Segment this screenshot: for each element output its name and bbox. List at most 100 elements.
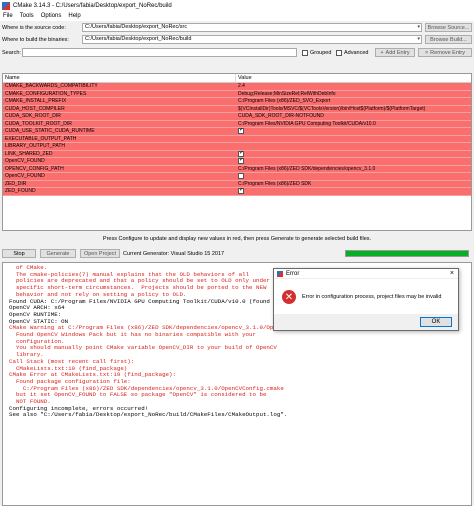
cache-entry-checkbox[interactable] bbox=[238, 173, 244, 179]
table-row[interactable]: OpenCV_FOUND bbox=[3, 173, 471, 181]
binaries-row: Where to build the binaries: bbox=[2, 35, 69, 45]
dialog-title: Error bbox=[286, 270, 300, 277]
advanced-checkbox[interactable] bbox=[336, 50, 342, 56]
cache-entry-value[interactable]: 2.4 bbox=[236, 83, 471, 90]
table-row[interactable]: EXECUTABLE_OUTPUT_PATH bbox=[3, 135, 471, 143]
remove-entry-button[interactable]: × Remove Entry bbox=[418, 48, 472, 57]
search-input[interactable] bbox=[22, 48, 297, 57]
close-icon[interactable]: × bbox=[450, 270, 454, 277]
window-title: CMake 3.14.3 - C:/Users/fabia/Desktop/ex… bbox=[13, 2, 172, 9]
advanced-label: Advanced bbox=[344, 50, 369, 56]
add-entry-button[interactable]: + Add Entry bbox=[375, 48, 415, 57]
cache-entry-name: EXECUTABLE_OUTPUT_PATH bbox=[5, 135, 77, 142]
source-label: Where is the source code: bbox=[2, 25, 66, 31]
cache-entry-name: LINK_SHARED_ZED bbox=[5, 150, 53, 157]
open-project-button[interactable]: Open Project bbox=[80, 249, 120, 258]
title-bar: CMake 3.14.3 - C:/Users/fabia/Desktop/ex… bbox=[0, 0, 474, 11]
cache-entry-checkbox[interactable] bbox=[238, 158, 244, 164]
column-header-value[interactable]: Value bbox=[236, 74, 252, 82]
cache-entry-value[interactable]: $(VCInstallDir)Tools/MSVC/$(VCToolsVersi… bbox=[236, 106, 471, 113]
cache-entry-value[interactable] bbox=[236, 136, 471, 143]
cache-entry-checkbox[interactable] bbox=[238, 128, 244, 134]
table-row[interactable]: CMAKE_BACKWARDS_COMPATIBILITY 2.4 bbox=[3, 83, 471, 91]
chevron-down-icon: ▾ bbox=[417, 24, 420, 30]
generate-button[interactable]: Generate bbox=[40, 249, 76, 258]
browse-build-button[interactable]: Browse Build... bbox=[425, 35, 472, 44]
dialog-footer: OK bbox=[274, 314, 458, 330]
menu-bar: File Tools Options Help bbox=[0, 11, 474, 21]
cache-entry-value[interactable] bbox=[236, 143, 471, 150]
chevron-down-icon: ▾ bbox=[417, 36, 420, 42]
cache-entry-name: ZED_DIR bbox=[5, 180, 27, 187]
menu-tools[interactable]: Tools bbox=[20, 13, 34, 19]
table-row[interactable]: OpenCV_FOUND bbox=[3, 158, 471, 166]
cache-entry-checkbox[interactable] bbox=[238, 150, 244, 157]
cache-entry-value[interactable]: C:/Program Files (x86)/ZED SDK/dependenc… bbox=[236, 166, 471, 173]
table-row[interactable]: OPENCV_CONFIG_PATH C:/Program Files (x86)… bbox=[3, 165, 471, 173]
column-header-name[interactable]: Name bbox=[3, 74, 236, 82]
source-path-combo[interactable]: C:/Users/fabia/Desktop/export_NoRec/src … bbox=[82, 23, 422, 32]
menu-file[interactable]: File bbox=[3, 13, 13, 19]
cmake-logo-icon bbox=[277, 270, 283, 277]
table-row[interactable]: CUDA_HOST_COMPILER $(VCInstallDir)Tools/M… bbox=[3, 105, 471, 113]
cache-entry-value[interactable] bbox=[236, 150, 471, 158]
cache-entry-value[interactable] bbox=[236, 173, 471, 180]
cmake-logo-icon bbox=[2, 1, 10, 10]
grouped-checkbox-row[interactable]: Grouped bbox=[302, 48, 331, 58]
table-row[interactable]: CMAKE_INSTALL_PREFIX C:/Program Files (x8… bbox=[3, 98, 471, 106]
plus-icon: + bbox=[380, 49, 384, 56]
cache-entry-name: CUDA_SDK_ROOT_DIR bbox=[5, 113, 61, 119]
cache-entry-value[interactable]: CUDA_SDK_ROOT_DIR-NOTFOUND bbox=[236, 113, 471, 120]
cache-entry-checkbox[interactable] bbox=[238, 188, 244, 194]
table-row[interactable]: LINK_SHARED_ZED bbox=[3, 150, 471, 158]
source-row: Where is the source code: bbox=[2, 23, 66, 33]
table-row[interactable]: LIBRARY_OUTPUT_PATH bbox=[3, 143, 471, 151]
log-line: You should manually point CMake variable… bbox=[9, 344, 277, 352]
dialog-message: Error in configuration process, project … bbox=[302, 294, 442, 300]
table-row[interactable]: CMAKE_CONFIGURATION_TYPES Debug;Release;M… bbox=[3, 90, 471, 98]
cache-entry-value[interactable] bbox=[236, 128, 471, 135]
table-row[interactable]: ZED_FOUND bbox=[3, 188, 471, 196]
table-header: Name Value bbox=[3, 74, 471, 83]
table-row[interactable]: CUDA_TOOLKIT_ROOT_DIR C:/Program Files/NV… bbox=[3, 120, 471, 128]
cache-entry-name: CMAKE_INSTALL_PREFIX bbox=[5, 98, 67, 104]
browse-source-button[interactable]: Browse Source... bbox=[425, 23, 472, 32]
cache-entry-name: CMAKE_BACKWARDS_COMPATIBILITY bbox=[5, 83, 98, 89]
table-row[interactable]: CUDA_USE_STATIC_CUDA_RUNTIME bbox=[3, 128, 471, 136]
dialog-body: ✕ Error in configuration process, projec… bbox=[274, 280, 458, 314]
cache-entry-name: CUDA_USE_STATIC_CUDA_RUNTIME bbox=[5, 128, 95, 134]
table-row[interactable]: CUDA_SDK_ROOT_DIR CUDA_SDK_ROOT_DIR-NOTFO… bbox=[3, 113, 471, 121]
table-row[interactable]: ZED_DIR C:/Program Files (x86)/ZED SDK bbox=[3, 180, 471, 188]
log-line: Found OpenCV Windows Pack but it has no … bbox=[9, 331, 256, 339]
cache-entry-value[interactable] bbox=[236, 158, 471, 165]
cache-entry-value[interactable]: C:/Program Files (x86)/ZED_SVO_Export bbox=[236, 98, 471, 105]
binaries-label: Where to build the binaries: bbox=[2, 37, 69, 43]
cache-entry-value[interactable]: Debug;Release;MinSizeRel;RelWithDebInfo bbox=[236, 91, 471, 98]
progress-bar bbox=[345, 250, 469, 257]
source-path-value: C:/Users/fabia/Desktop/export_NoRec/src bbox=[85, 24, 188, 30]
error-dialog: Error × ✕ Error in configuration process… bbox=[273, 268, 459, 331]
grouped-checkbox[interactable] bbox=[302, 50, 308, 56]
cache-entry-value[interactable]: C:/Program Files (x86)/ZED SDK bbox=[236, 181, 471, 188]
cache-entry-name: ZED_FOUND bbox=[5, 188, 36, 194]
x-icon: × bbox=[424, 49, 429, 56]
search-row: Search: bbox=[2, 48, 21, 58]
cache-entry-name: OPENCV_CONFIG_PATH bbox=[5, 165, 64, 172]
menu-help[interactable]: Help bbox=[68, 13, 80, 19]
cache-entry-name: CUDA_HOST_COMPILER bbox=[5, 105, 65, 112]
ok-button[interactable]: OK bbox=[420, 317, 452, 327]
log-line: but it set OpenCV_FOUND to FALSE so pack… bbox=[9, 391, 267, 399]
menu-options[interactable]: Options bbox=[41, 13, 62, 19]
cache-entry-name: LIBRARY_OUTPUT_PATH bbox=[5, 143, 66, 149]
advanced-checkbox-row[interactable]: Advanced bbox=[336, 48, 368, 58]
cache-entry-value[interactable] bbox=[236, 188, 471, 195]
stop-button[interactable]: Stop bbox=[2, 249, 36, 258]
cache-entry-value[interactable]: C:/Program Files/NVIDIA GPU Computing To… bbox=[236, 121, 471, 128]
current-generator-label: Current Generator: Visual Studio 15 2017 bbox=[123, 251, 225, 257]
error-icon: ✕ bbox=[282, 290, 296, 304]
dialog-title-bar: Error bbox=[274, 269, 458, 279]
build-path-combo[interactable]: C:/Users/fabia/Desktop/export_NoRec/buil… bbox=[82, 35, 422, 44]
search-label: Search: bbox=[2, 50, 21, 56]
build-path-value: C:/Users/fabia/Desktop/export_NoRec/buil… bbox=[85, 36, 192, 42]
cache-entry-name: CUDA_TOOLKIT_ROOT_DIR bbox=[5, 120, 72, 127]
